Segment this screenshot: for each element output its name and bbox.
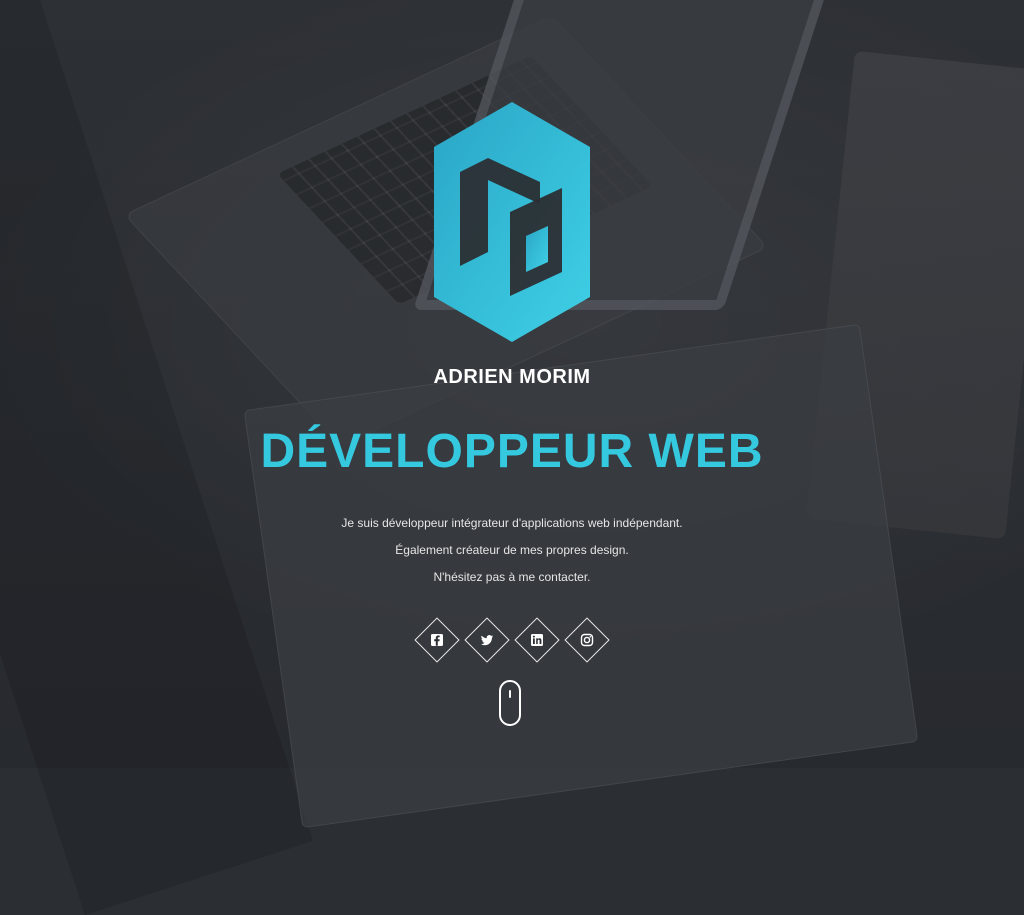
scroll-down-mouse-icon[interactable] xyxy=(499,680,521,726)
bio-line-3: N'hésitez pas à me contacter. xyxy=(433,570,591,584)
twitter-link[interactable] xyxy=(464,617,510,663)
bio: Je suis développeur intégrateur d'applic… xyxy=(0,510,1024,591)
bio-line-2: Également créateur de mes propres design… xyxy=(395,543,629,557)
hero-section: ADRIEN MORIM DÉVELOPPEUR WEB Je suis dév… xyxy=(0,0,1024,768)
social-links xyxy=(0,617,1024,663)
logo-icon xyxy=(434,102,590,342)
bio-line-1: Je suis développeur intégrateur d'applic… xyxy=(341,516,683,530)
profile-name: ADRIEN MORIM xyxy=(433,366,591,388)
instagram-icon xyxy=(580,633,594,647)
instagram-link[interactable] xyxy=(564,617,610,663)
mouse-wheel xyxy=(509,690,511,698)
twitter-icon xyxy=(480,633,494,647)
linkedin-link[interactable] xyxy=(514,617,560,663)
facebook-icon xyxy=(430,633,444,647)
facebook-link[interactable] xyxy=(414,617,460,663)
linkedin-icon xyxy=(530,633,544,647)
profile-title: DÉVELOPPEUR WEB xyxy=(260,425,764,478)
